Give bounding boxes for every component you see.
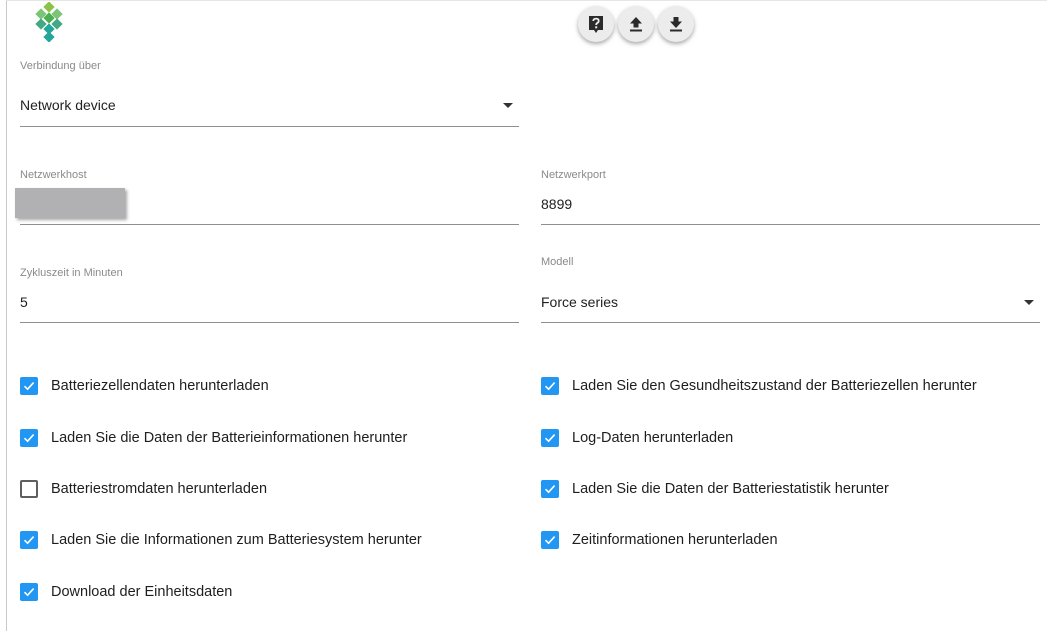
checkbox-label: Download der Einheitsdaten xyxy=(51,584,233,600)
checkbox-label: Zeitinformationen herunterladen xyxy=(572,532,778,548)
network-port-label: Netzwerkport xyxy=(541,169,606,181)
network-port-field[interactable]: Netzwerkport 8899 xyxy=(541,169,1040,227)
check-icon xyxy=(544,382,556,391)
checkbox[interactable] xyxy=(20,531,38,549)
checkbox-label: Batteriestromdaten herunterladen xyxy=(51,481,268,497)
checkbox[interactable] xyxy=(20,480,38,498)
checkbox-label: Laden Sie den Gesundheitszustand der Bat… xyxy=(572,378,977,394)
network-port-underline xyxy=(541,224,1040,225)
option-time-info[interactable]: Zeitinformationen herunterladen xyxy=(541,531,778,549)
connection-label: Verbindung über xyxy=(20,60,101,72)
network-host-label: Netzwerkhost xyxy=(20,169,87,181)
option-battery-info[interactable]: Laden Sie die Daten der Batterieinformat… xyxy=(20,429,407,447)
app-logo-icon xyxy=(35,2,63,42)
download-button[interactable] xyxy=(658,6,694,42)
checkbox[interactable] xyxy=(541,429,559,447)
check-icon xyxy=(23,536,35,545)
option-unit-data[interactable]: Download der Einheitsdaten xyxy=(20,583,232,601)
option-battery-statistics[interactable]: Laden Sie die Daten der Batteriestatisti… xyxy=(541,480,889,498)
option-log-data[interactable]: Log-Daten herunterladen xyxy=(541,429,733,447)
check-icon xyxy=(544,485,556,494)
checkbox-label: Batteriezellendaten herunterladen xyxy=(51,378,269,394)
checkbox[interactable] xyxy=(20,429,38,447)
checkbox[interactable] xyxy=(541,377,559,395)
cycle-time-value: 5 xyxy=(20,294,28,310)
check-icon xyxy=(544,434,556,443)
option-battery-current[interactable]: Batteriestromdaten herunterladen xyxy=(20,480,267,498)
cycle-time-label: Zykluszeit in Minuten xyxy=(20,267,123,279)
option-battery-cell-health[interactable]: Laden Sie den Gesundheitszustand der Bat… xyxy=(541,377,977,395)
model-value: Force series xyxy=(541,294,619,310)
checkbox[interactable] xyxy=(20,583,38,601)
model-underline xyxy=(541,322,1040,323)
connection-select[interactable]: Verbindung über Network device xyxy=(20,60,519,128)
connection-underline xyxy=(20,126,519,127)
upload-icon xyxy=(630,17,642,32)
checkbox[interactable] xyxy=(20,377,38,395)
help-button[interactable] xyxy=(578,6,614,42)
cycle-time-underline xyxy=(20,322,519,323)
network-host-field[interactable]: Netzwerkhost xyxy=(15,169,519,227)
option-battery-cell-data[interactable]: Batteriezellendaten herunterladen xyxy=(20,377,269,395)
network-port-value: 8899 xyxy=(541,196,573,212)
option-battery-system[interactable]: Laden Sie die Informationen zum Batterie… xyxy=(20,531,422,549)
checkbox[interactable] xyxy=(541,480,559,498)
page-top-border xyxy=(6,0,1047,1)
redacted-host-value xyxy=(15,188,125,218)
checkbox-label: Laden Sie die Daten der Batteriestatisti… xyxy=(572,481,889,497)
model-label: Modell xyxy=(541,256,574,268)
chevron-down-icon xyxy=(503,103,513,108)
cycle-time-field[interactable]: Zykluszeit in Minuten 5 xyxy=(20,267,519,325)
check-icon xyxy=(23,434,35,443)
check-icon xyxy=(544,536,556,545)
help-icon xyxy=(589,16,603,33)
check-icon xyxy=(23,588,35,597)
checkbox-label: Log-Daten herunterladen xyxy=(572,430,734,446)
checkbox-label: Laden Sie die Daten der Batterieinformat… xyxy=(51,430,408,446)
connection-value: Network device xyxy=(20,97,116,113)
upload-button[interactable] xyxy=(618,6,654,42)
top-toolbar xyxy=(578,6,694,42)
download-icon xyxy=(670,17,682,32)
check-icon xyxy=(23,382,35,391)
checkbox[interactable] xyxy=(541,531,559,549)
chevron-down-icon xyxy=(1024,300,1034,305)
network-host-underline xyxy=(20,224,519,225)
checkbox-label: Laden Sie die Informationen zum Batterie… xyxy=(51,532,422,548)
model-select[interactable]: Modell Force series xyxy=(541,256,1040,325)
page-left-border xyxy=(6,0,7,631)
